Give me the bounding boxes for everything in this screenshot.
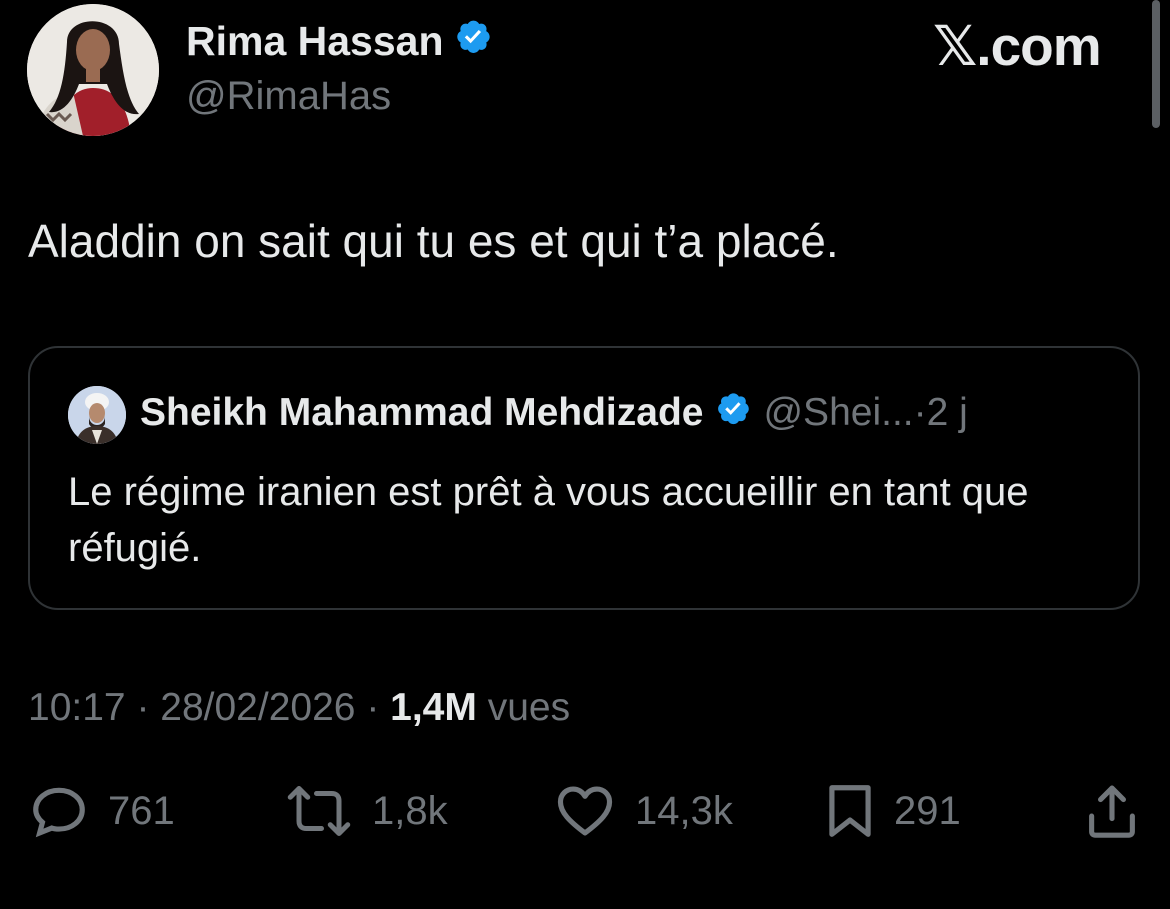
- views-label: vues: [487, 686, 571, 729]
- author-display-name[interactable]: Rima Hassan: [186, 17, 492, 65]
- views-count: 1,4M: [390, 686, 477, 729]
- like-button[interactable]: 14,3k: [553, 780, 733, 842]
- like-count: 14,3k: [635, 788, 733, 833]
- reply-button[interactable]: 761: [28, 780, 175, 842]
- quoted-author-handle[interactable]: @Shei...: [763, 391, 913, 435]
- repost-button[interactable]: 1,8k: [284, 780, 448, 842]
- quoted-tweet-text: Le régime iranien est prêt à vous accuei…: [68, 470, 1029, 570]
- tweet-date[interactable]: 28/02/2026: [160, 686, 355, 729]
- repost-count: 1,8k: [372, 788, 448, 833]
- reply-count: 761: [108, 788, 175, 833]
- x-logo: 𝕏.com: [933, 15, 1102, 77]
- meta-separator-2: ·: [355, 686, 391, 729]
- quoted-verified-badge-icon: [715, 390, 751, 436]
- quoted-tweet-header: Sheikh Mahammad Mehdizade @Shei... · 2 j: [140, 390, 968, 436]
- share-icon: [1084, 780, 1140, 842]
- heart-icon: [553, 780, 617, 842]
- bookmark-button[interactable]: 291: [824, 780, 961, 842]
- reply-icon: [28, 780, 90, 842]
- quoted-tweet-age: 2 j: [926, 391, 968, 434]
- author-avatar[interactable]: [27, 4, 159, 136]
- quoted-meta-separator: ·: [913, 391, 927, 434]
- quoted-author-avatar[interactable]: [68, 386, 126, 444]
- avatar-image: [27, 4, 159, 136]
- share-button[interactable]: [1084, 780, 1140, 842]
- scrollbar[interactable]: [1152, 0, 1160, 128]
- quoted-tweet-card[interactable]: Sheikh Mahammad Mehdizade @Shei... · 2 j…: [28, 346, 1140, 610]
- quoted-author-name[interactable]: Sheikh Mahammad Mehdizade: [140, 391, 703, 435]
- tweet-action-bar: 761 1,8k 14,3k 291: [0, 780, 1170, 850]
- repost-icon: [284, 780, 354, 842]
- bookmark-icon: [824, 780, 876, 842]
- author-name-text: Rima Hassan: [186, 17, 444, 64]
- quoted-avatar-image: [68, 386, 126, 444]
- tweet-meta: 10:17 · 28/02/2026 · 1,4M vues: [28, 686, 570, 730]
- bookmark-count: 291: [894, 788, 961, 833]
- meta-separator-1: ·: [125, 686, 161, 729]
- author-handle[interactable]: @RimaHas: [186, 74, 391, 119]
- verified-badge-icon: [454, 17, 492, 65]
- tweet-time[interactable]: 10:17: [28, 686, 126, 729]
- tweet-text: Aladdin on sait qui tu es et qui t’a pla…: [28, 215, 839, 267]
